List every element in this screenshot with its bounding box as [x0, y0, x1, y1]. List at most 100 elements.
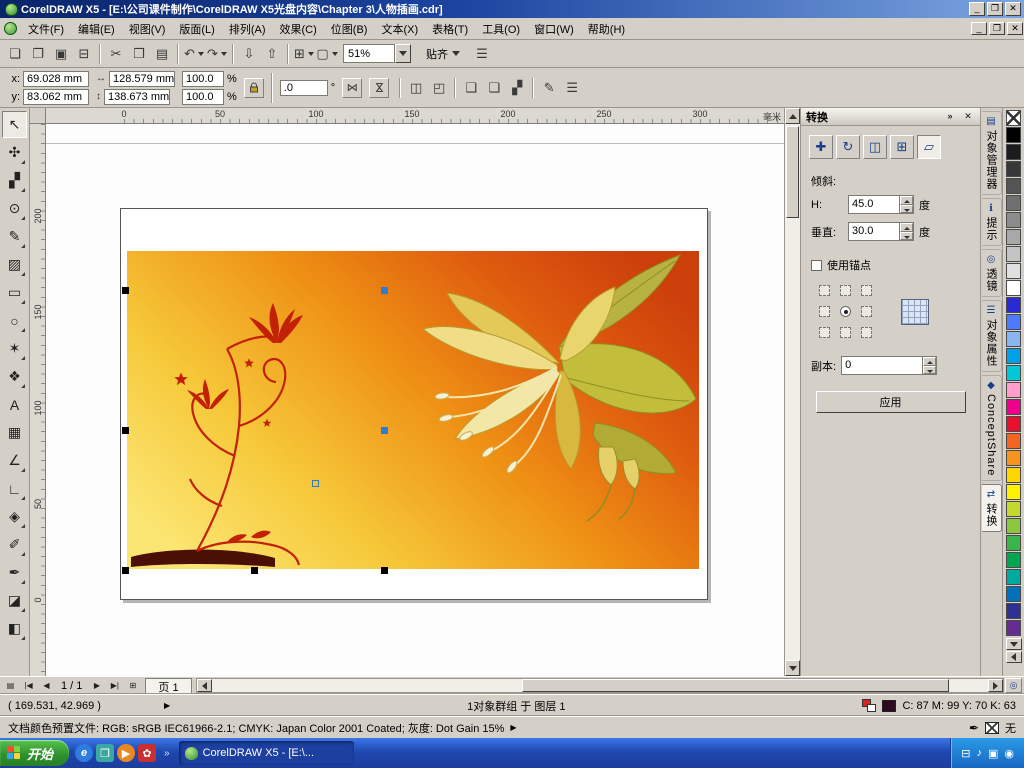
spin-up-button[interactable]: [900, 196, 913, 205]
horizontal-scroll-thumb[interactable]: [522, 679, 950, 692]
basic-shapes-tool[interactable]: ❖: [2, 363, 27, 390]
scroll-up-button[interactable]: [785, 108, 800, 124]
group-button[interactable]: ❑: [460, 77, 482, 99]
object-width-field[interactable]: 128.579 mm: [109, 70, 175, 87]
minimize-button[interactable]: _: [969, 2, 985, 16]
no-color-swatch[interactable]: [1006, 110, 1021, 126]
menu-item[interactable]: 帮助(H): [581, 18, 632, 40]
color-swatch[interactable]: [1006, 382, 1021, 398]
color-swatch[interactable]: [1006, 620, 1021, 636]
fill-color-swatch[interactable]: [882, 699, 897, 712]
snap-to-dropdown[interactable]: 贴齐: [420, 43, 466, 65]
ungroup-button[interactable]: ❏: [483, 77, 505, 99]
doc-minimize-button[interactable]: _: [971, 22, 987, 35]
color-swatch[interactable]: [1006, 212, 1021, 228]
color-swatch[interactable]: [1006, 399, 1021, 415]
welcome-screen-button[interactable]: ▢: [316, 43, 338, 65]
ellipse-tool[interactable]: ○: [2, 307, 27, 334]
size-mode-button[interactable]: ⊞: [890, 135, 914, 159]
scroll-left-button[interactable]: [196, 679, 212, 692]
internet-explorer-icon[interactable]: e: [75, 744, 94, 762]
skew-handle[interactable]: [381, 427, 388, 434]
spin-up-button[interactable]: [900, 223, 913, 232]
menu-item[interactable]: 窗口(W): [527, 18, 581, 40]
color-swatch[interactable]: [1006, 280, 1021, 296]
menu-item[interactable]: 版面(L): [172, 18, 221, 40]
color-swatch[interactable]: [1006, 501, 1021, 517]
blend-tool[interactable]: ◈: [2, 503, 27, 530]
language-tray-icon[interactable]: ◉: [1004, 747, 1014, 760]
outline-pen-tool[interactable]: ✒: [2, 559, 27, 586]
color-swatch[interactable]: [1006, 552, 1021, 568]
separator[interactable]: [454, 77, 457, 98]
drawing-canvas[interactable]: [46, 124, 784, 676]
menu-item[interactable]: 文本(X): [374, 18, 425, 40]
navigator-button[interactable]: ◎: [1005, 678, 1022, 693]
color-swatch[interactable]: [1006, 246, 1021, 262]
anchor-cell[interactable]: [861, 327, 872, 338]
import-button[interactable]: ⇩: [238, 43, 260, 65]
smart-fill-tool[interactable]: ▨: [2, 251, 27, 278]
color-swatch[interactable]: [1006, 263, 1021, 279]
ruler-origin-button[interactable]: [30, 108, 46, 124]
printer-tray-icon[interactable]: ⊟: [961, 747, 970, 760]
color-swatch[interactable]: [1006, 518, 1021, 534]
start-button[interactable]: 开始: [0, 740, 70, 766]
parallel-dimension-tool[interactable]: ∠: [2, 447, 27, 474]
convert-to-curves-button[interactable]: ✎: [538, 77, 560, 99]
separator[interactable]: [399, 77, 402, 98]
anchor-cell[interactable]: [819, 327, 830, 338]
spin-down-button[interactable]: [900, 204, 913, 213]
y-position-field[interactable]: 83.062 mm: [23, 88, 89, 105]
scale-h-field[interactable]: 100.0: [182, 70, 224, 87]
color-swatch[interactable]: [1006, 365, 1021, 381]
menu-item[interactable]: 文件(F): [21, 18, 71, 40]
selection-handle[interactable]: [122, 427, 129, 434]
separator[interactable]: [99, 43, 101, 64]
spin-down-button[interactable]: [923, 365, 937, 374]
outline-none-swatch[interactable]: [985, 721, 999, 734]
taskbar-task-button[interactable]: CorelDRAW X5 - [E:\...: [178, 741, 354, 765]
add-page-button[interactable]: ⊞: [124, 678, 141, 693]
anchor-keypad-icon[interactable]: [901, 298, 929, 325]
color-swatch[interactable]: [1006, 229, 1021, 245]
position-mode-button[interactable]: ✚: [809, 135, 833, 159]
mirror-vertical-button[interactable]: ⋈: [369, 77, 390, 98]
menu-item[interactable]: 排列(A): [222, 18, 273, 40]
color-eyedropper-tool[interactable]: ✐: [2, 531, 27, 558]
selection-handle[interactable]: [122, 287, 129, 294]
save-button[interactable]: ▣: [50, 43, 72, 65]
mirror-horizontal-button[interactable]: ⋈: [342, 77, 363, 98]
page-sheet-icon[interactable]: ▤: [2, 678, 19, 693]
vertical-scrollbar[interactable]: [784, 108, 800, 676]
first-page-button[interactable]: |◀: [20, 678, 37, 693]
media-player-icon[interactable]: ▶: [117, 744, 136, 762]
expand-arrow-icon[interactable]: ▶: [164, 701, 170, 710]
palette-expand-button[interactable]: [1005, 651, 1022, 663]
maximize-button[interactable]: ❐: [987, 2, 1003, 16]
selection-handle[interactable]: [122, 567, 129, 574]
redo-button[interactable]: ↷: [206, 43, 228, 65]
crop-tool[interactable]: ▞: [2, 167, 27, 194]
artwork-illustration[interactable]: [127, 251, 699, 569]
tab-object-manager[interactable]: ▤ 对象管理器: [981, 111, 1002, 195]
menu-item[interactable]: 工具(O): [475, 18, 527, 40]
fill-tool[interactable]: ◪: [2, 587, 27, 614]
lock-ratio-button[interactable]: [243, 77, 264, 98]
color-swatch[interactable]: [1006, 603, 1021, 619]
zoom-combo[interactable]: 51%: [343, 44, 411, 63]
color-swatch[interactable]: [1006, 144, 1021, 160]
zoom-tool[interactable]: ⊙: [2, 195, 27, 222]
docker-collapse-button[interactable]: »: [943, 110, 957, 123]
close-button[interactable]: ✕: [1005, 2, 1021, 16]
ungroup-all-button[interactable]: ▞: [506, 77, 528, 99]
options-button[interactable]: ☰: [471, 43, 493, 65]
skew-h-field[interactable]: 45.0: [848, 195, 914, 214]
interactive-fill-tool[interactable]: ◧: [2, 615, 27, 642]
color-swatch[interactable]: [1006, 416, 1021, 432]
anchor-handle[interactable]: [312, 480, 319, 487]
text-tool[interactable]: A: [2, 391, 27, 418]
scroll-right-button[interactable]: [988, 679, 1003, 692]
expand-arrow-icon[interactable]: ▶: [510, 723, 516, 732]
color-swatch[interactable]: [1006, 484, 1021, 500]
